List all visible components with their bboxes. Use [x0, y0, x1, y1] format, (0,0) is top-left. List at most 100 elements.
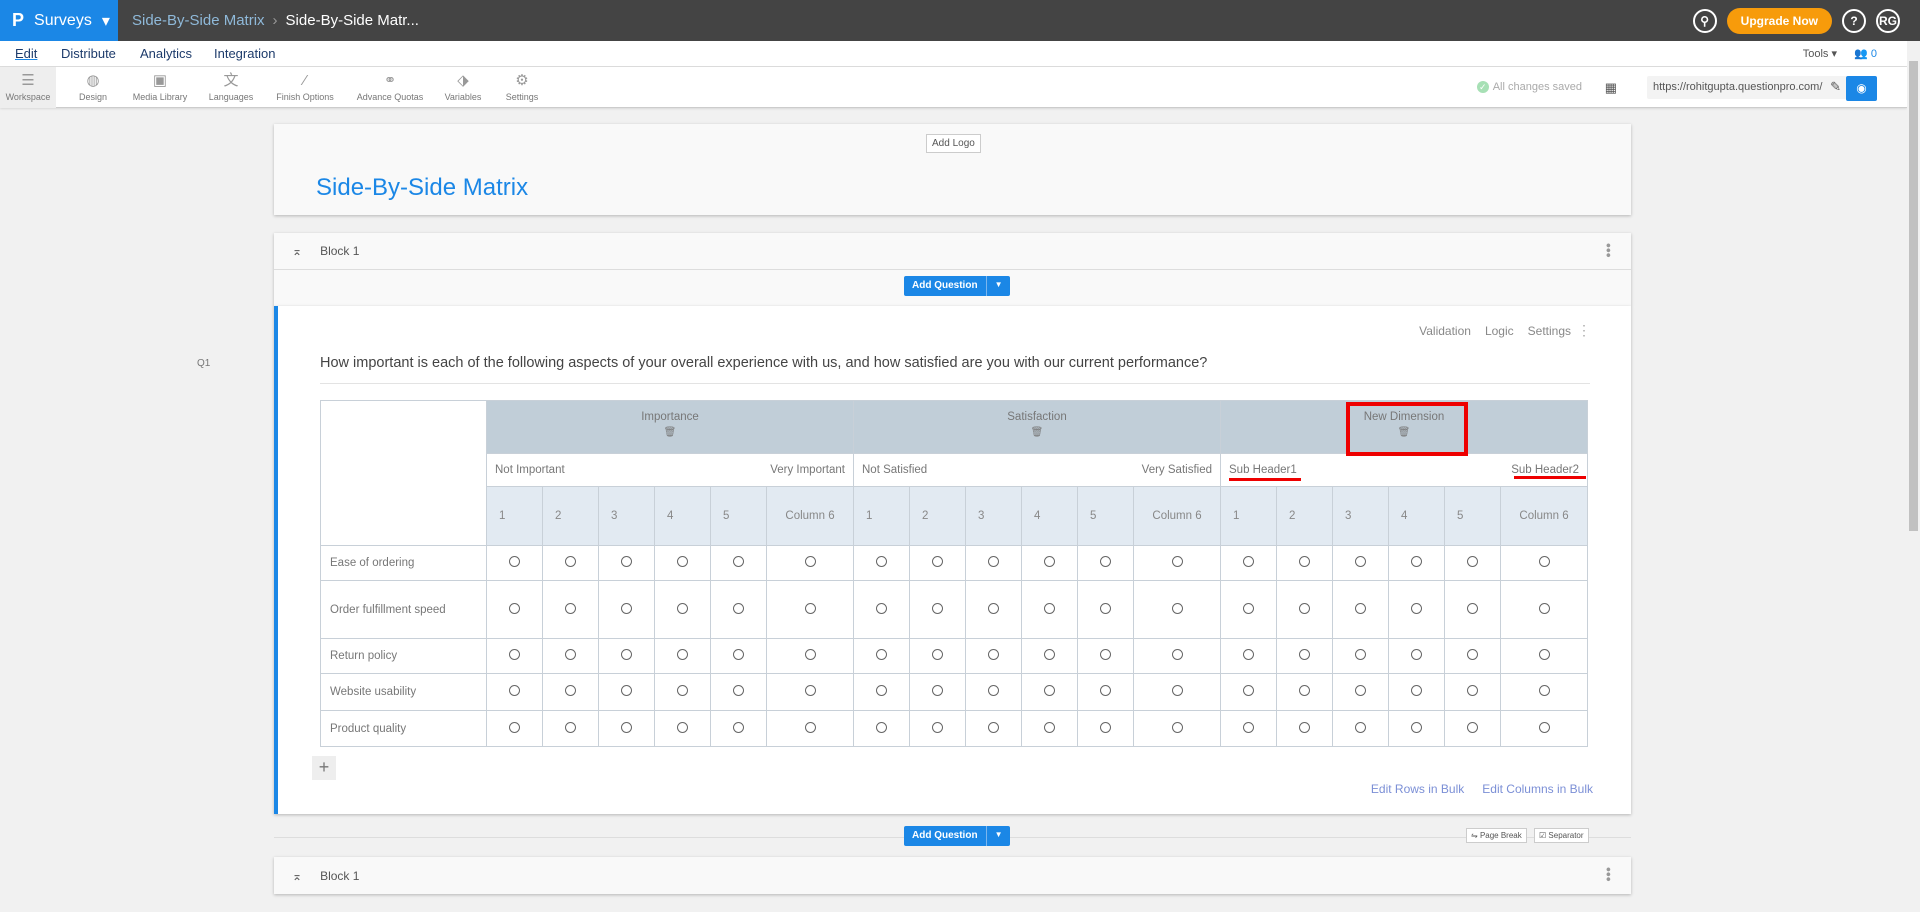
radio-button[interactable]: [1355, 721, 1366, 733]
radio-button[interactable]: [733, 556, 744, 567]
radio-button[interactable]: [1171, 721, 1183, 733]
column-header[interactable]: 2: [909, 486, 966, 546]
radio-button[interactable]: [1299, 685, 1310, 696]
radio-button[interactable]: [1171, 556, 1183, 567]
column-header[interactable]: 5: [1444, 486, 1501, 546]
radio-button[interactable]: [621, 685, 632, 696]
tool-finish-options[interactable]: ⁄ Finish Options: [275, 67, 335, 108]
column-header[interactable]: 2: [542, 486, 599, 546]
subheader-right[interactable]: Very Important: [770, 464, 845, 476]
question-text[interactable]: How important is each of the following a…: [320, 355, 1590, 384]
radio-button[interactable]: [804, 649, 816, 660]
radio-button[interactable]: [621, 721, 632, 733]
row-label[interactable]: Return policy: [320, 638, 487, 674]
radio-button[interactable]: [1243, 556, 1254, 567]
menu-integration[interactable]: Integration: [214, 46, 275, 61]
column-header[interactable]: Column 6: [766, 486, 854, 546]
radio-button[interactable]: [1171, 649, 1183, 660]
radio-button[interactable]: [988, 721, 999, 733]
column-header[interactable]: 5: [710, 486, 767, 546]
radio-button[interactable]: [1467, 721, 1478, 733]
column-header[interactable]: 3: [598, 486, 655, 546]
settings-link[interactable]: Settings: [1528, 324, 1571, 338]
breadcrumb-parent[interactable]: Side-By-Side Matrix: [132, 12, 265, 29]
add-question-button-bottom[interactable]: Add Question ▼: [904, 826, 1011, 846]
collaborators[interactable]: 👥 0: [1854, 47, 1877, 60]
validation-link[interactable]: Validation: [1419, 324, 1471, 338]
radio-button[interactable]: [621, 602, 632, 614]
qr-code-icon[interactable]: ▦: [1605, 80, 1617, 96]
radio-button[interactable]: [876, 721, 887, 733]
radio-button[interactable]: [1411, 721, 1422, 733]
more-icon[interactable]: ⋮: [1577, 322, 1591, 339]
column-header[interactable]: Column 6: [1500, 486, 1588, 546]
radio-button[interactable]: [988, 602, 999, 614]
radio-button[interactable]: [988, 649, 999, 660]
column-header[interactable]: 1: [853, 486, 910, 546]
radio-button[interactable]: [1355, 685, 1366, 696]
add-logo-button[interactable]: Add Logo: [926, 134, 981, 153]
radio-button[interactable]: [804, 685, 816, 696]
surveys-menu[interactable]: P Surveys ▾: [0, 0, 118, 41]
column-header[interactable]: 5: [1077, 486, 1134, 546]
tool-languages[interactable]: 文 Languages: [205, 67, 257, 108]
radio-button[interactable]: [1044, 556, 1055, 567]
caret-down-icon[interactable]: ▼: [987, 826, 1011, 846]
column-header[interactable]: 3: [965, 486, 1022, 546]
survey-title[interactable]: Side-By-Side Matrix: [316, 174, 528, 202]
radio-button[interactable]: [509, 685, 520, 696]
separator-button[interactable]: ☑ Separator: [1534, 828, 1589, 843]
subheader-left[interactable]: Not Important: [495, 464, 565, 476]
upgrade-button[interactable]: Upgrade Now: [1726, 8, 1832, 34]
column-header[interactable]: 2: [1276, 486, 1333, 546]
tool-media-library[interactable]: ▣ Media Library: [130, 67, 190, 108]
radio-button[interactable]: [1538, 721, 1550, 733]
radio-button[interactable]: [1243, 721, 1254, 733]
column-header[interactable]: 4: [1388, 486, 1445, 546]
radio-button[interactable]: [509, 602, 520, 614]
radio-button[interactable]: [1355, 556, 1366, 567]
column-header[interactable]: 1: [1220, 486, 1277, 546]
page-break-button[interactable]: ⇋ Page Break: [1466, 828, 1527, 843]
radio-button[interactable]: [677, 685, 688, 696]
collapse-icon[interactable]: ⌅: [292, 244, 302, 258]
radio-button[interactable]: [565, 602, 576, 614]
radio-button[interactable]: [804, 556, 816, 567]
radio-button[interactable]: [932, 556, 943, 567]
subheader-right[interactable]: Sub Header2: [1511, 464, 1579, 476]
add-row-button[interactable]: +: [312, 756, 336, 780]
radio-button[interactable]: [988, 556, 999, 567]
radio-button[interactable]: [733, 602, 744, 614]
radio-button[interactable]: [1299, 649, 1310, 660]
radio-button[interactable]: [804, 602, 816, 614]
add-question-button[interactable]: Add Question ▼: [904, 276, 1011, 296]
collapse-icon[interactable]: ⌅: [292, 869, 302, 883]
dimension-header[interactable]: Satisfaction 🗑: [853, 400, 1221, 454]
radio-button[interactable]: [509, 721, 520, 733]
radio-button[interactable]: [565, 721, 576, 733]
radio-button[interactable]: [932, 602, 943, 614]
radio-button[interactable]: [876, 649, 887, 660]
preview-button[interactable]: ◉: [1846, 76, 1877, 101]
search-icon[interactable]: ⚲: [1692, 9, 1717, 33]
pencil-icon[interactable]: ✎: [1830, 79, 1841, 95]
radio-button[interactable]: [1411, 602, 1422, 614]
radio-button[interactable]: [1100, 556, 1111, 567]
radio-button[interactable]: [1467, 649, 1478, 660]
trash-icon[interactable]: 🗑: [487, 427, 853, 438]
scrollbar-thumb[interactable]: [1909, 61, 1918, 531]
row-label[interactable]: Ease of ordering: [320, 545, 487, 581]
tool-advance-quotas[interactable]: ⚭ Advance Quotas: [355, 67, 425, 108]
radio-button[interactable]: [1100, 685, 1111, 696]
radio-button[interactable]: [1355, 602, 1366, 614]
help-icon[interactable]: ?: [1842, 9, 1866, 33]
radio-button[interactable]: [677, 649, 688, 660]
menu-distribute[interactable]: Distribute: [61, 46, 116, 61]
radio-button[interactable]: [988, 685, 999, 696]
radio-button[interactable]: [509, 556, 520, 567]
trash-icon[interactable]: 🗑: [854, 427, 1220, 438]
radio-button[interactable]: [1100, 721, 1111, 733]
radio-button[interactable]: [621, 649, 632, 660]
radio-button[interactable]: [1538, 602, 1550, 614]
column-header[interactable]: 4: [1021, 486, 1078, 546]
